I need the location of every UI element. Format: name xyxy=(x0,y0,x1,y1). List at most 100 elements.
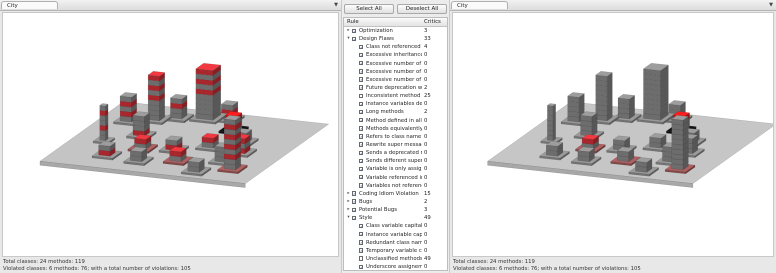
rule-checkbox[interactable]: ✓ xyxy=(359,44,364,50)
rule-critics-count: 0 xyxy=(424,247,428,254)
rule-label: Variable referenced in c xyxy=(366,174,422,181)
rule-label: Excessive number of ar xyxy=(366,68,422,75)
rule-checkbox[interactable]: ✓ xyxy=(359,264,364,269)
building-block xyxy=(99,129,106,136)
rule-checkbox[interactable]: ✓ xyxy=(359,240,364,245)
rule-checkbox[interactable]: ✓ xyxy=(352,36,357,41)
rule-critics-count: 0 xyxy=(424,158,428,165)
expand-right-icon[interactable]: ▸ xyxy=(346,190,351,198)
rule-row[interactable]: ✓ Future deprecation war 2 xyxy=(344,84,447,92)
rule-checkbox[interactable]: ✓ xyxy=(359,232,364,237)
rule-checkbox[interactable]: ✓ xyxy=(359,109,364,115)
rule-row[interactable]: ✓Instance variables defin0 xyxy=(344,100,447,108)
building-block xyxy=(547,125,554,131)
rule-category-row[interactable]: ▸ ✓ Coding Idiom Violation 15 xyxy=(344,190,447,198)
rule-row[interactable]: ✓ Variable is only assigne 0 xyxy=(344,165,447,173)
rule-critics-count: 0 xyxy=(424,239,428,246)
rule-checkbox[interactable]: ✓ xyxy=(359,183,364,188)
rule-checkbox[interactable]: ✓ xyxy=(359,166,364,172)
rule-checkbox[interactable] xyxy=(359,93,364,99)
rule-checkbox[interactable]: ✓ xyxy=(352,207,357,212)
rule-label: Variables not reference xyxy=(366,182,422,189)
rule-checkbox[interactable]: ✓ xyxy=(359,142,364,147)
rule-checkbox[interactable]: ✓ xyxy=(359,126,364,131)
city-canvas-left[interactable] xyxy=(2,12,339,257)
city-view-left: City ▼ Total classes: 24 methods: 119 Vi… xyxy=(0,0,341,273)
select-all-button[interactable]: Select All xyxy=(344,4,394,14)
rule-checkbox[interactable]: ✓ xyxy=(352,215,357,221)
rule-checkbox[interactable]: ✓ xyxy=(359,223,364,229)
rule-label: Inconsistent method cl xyxy=(366,93,422,100)
rule-critics-count: 49 xyxy=(424,215,431,222)
rule-row[interactable]: ✓ Method defined in all s0 xyxy=(344,117,447,125)
rule-label: Excessive number of ar xyxy=(366,60,422,67)
expand-right-icon[interactable]: ▸ xyxy=(346,27,351,35)
rule-row[interactable]: ✓ Methods equivalently d0 xyxy=(344,125,447,133)
rule-row[interactable]: ✓Redundant class name i0 xyxy=(344,239,447,247)
tab-menu-icon[interactable]: ▼ xyxy=(769,1,773,9)
rule-row[interactable]: ✓Instance variable capita0 xyxy=(344,231,447,239)
rule-checkbox[interactable] xyxy=(359,256,364,261)
rule-label: Bugs xyxy=(359,198,373,205)
expand-down-icon[interactable]: ▾ xyxy=(346,35,351,43)
rule-checkbox[interactable]: ✓ xyxy=(359,175,364,180)
rule-critics-count: 0 xyxy=(424,60,428,67)
rule-row[interactable]: ✓Excessive number of va0 xyxy=(344,76,447,84)
rule-checkbox[interactable]: ✓ xyxy=(359,134,364,139)
rule-row[interactable]: ✓ Excessive number of ar 0 xyxy=(344,68,447,76)
rule-row[interactable]: ✓ Rewrite super message 0 xyxy=(344,141,447,149)
rule-label: Refers to class name in xyxy=(366,133,422,140)
rule-checkbox[interactable]: ✓ xyxy=(359,118,364,123)
building-block xyxy=(547,105,554,112)
rule-checkbox[interactable]: ✓ xyxy=(359,85,364,90)
rule-checkbox[interactable]: ✓ xyxy=(359,77,364,82)
rule-checkbox[interactable]: ✓ xyxy=(352,191,357,196)
rule-row[interactable]: ✓Sends different super m0 xyxy=(344,157,447,165)
column-header-rule[interactable]: Rule xyxy=(347,18,359,26)
expand-down-icon[interactable]: ▾ xyxy=(346,214,351,222)
rule-row[interactable]: ✓ Excessive number of ar 0 xyxy=(344,60,447,68)
rule-critics-count: 0 xyxy=(424,231,428,238)
deselect-all-button[interactable]: Deselect All xyxy=(397,4,447,14)
expand-right-icon[interactable]: ▸ xyxy=(346,198,351,206)
status-violations: Violated classes: 6 methods: 76; with a … xyxy=(453,266,641,272)
rule-row[interactable]: ✓Temporary variable cap0 xyxy=(344,247,447,255)
rule-category-row[interactable]: ▾ ✓ Style 49 xyxy=(344,214,447,222)
rule-row[interactable]: ✓ Class variable capitaliz 0 xyxy=(344,222,447,230)
rule-row[interactable]: Unclassified methods 49 xyxy=(344,255,447,263)
rule-checkbox[interactable]: ✓ xyxy=(359,52,364,58)
rule-category-row[interactable]: ▸ ✓ Bugs 2 xyxy=(344,198,447,206)
rule-checkbox[interactable]: ✓ xyxy=(359,69,364,74)
rule-row[interactable]: ✓Underscore assignemen0 xyxy=(344,263,447,270)
rule-row[interactable]: ✓Sends a deprecated me0 xyxy=(344,149,447,157)
rule-row[interactable]: ✓Excessive inheritance d0 xyxy=(344,51,447,59)
rule-category-row[interactable]: ▸ ✓ Potential Bugs 3 xyxy=(344,206,447,214)
city-canvas-right[interactable] xyxy=(452,12,774,257)
expand-right-icon[interactable]: ▸ xyxy=(346,206,351,214)
rule-checkbox[interactable]: ✓ xyxy=(359,158,364,164)
rule-label: Instance variable capita xyxy=(366,231,422,238)
rule-label: Optimization xyxy=(359,28,393,34)
rule-checkbox[interactable]: ✓ xyxy=(359,150,364,155)
rule-checkbox[interactable]: ✓ xyxy=(359,248,364,253)
rule-row[interactable]: ✓ Long methods 2 xyxy=(344,108,447,116)
rule-checkbox[interactable]: ✓ xyxy=(359,61,364,66)
tab-menu-icon[interactable]: ▼ xyxy=(334,1,338,9)
rule-label: Future deprecation war xyxy=(366,84,422,91)
rule-row[interactable]: Inconsistent method cl 25 xyxy=(344,92,447,100)
rule-checkbox[interactable]: ✓ xyxy=(359,101,364,107)
tab-city-right[interactable]: City xyxy=(451,1,508,9)
rule-row[interactable]: ✓ Variables not reference 0 xyxy=(344,182,447,190)
rule-checkbox[interactable]: ✓ xyxy=(352,199,357,204)
rule-row[interactable]: ✓ Refers to class name in 0 xyxy=(344,133,447,141)
rule-critics-count: 3 xyxy=(424,207,428,214)
rule-label: Long methods xyxy=(366,109,404,116)
rule-category-row[interactable]: ▸ ✓ Optimization 3 xyxy=(344,27,447,35)
rule-checkbox[interactable]: ✓ xyxy=(352,28,357,33)
column-header-critics[interactable]: Critics xyxy=(424,18,441,26)
rule-row[interactable]: ✓Variable referenced in c0 xyxy=(344,174,447,182)
rule-category-row[interactable]: ▾ ✓ Design Flaws 33 xyxy=(344,35,447,43)
rule-label: Excessive inheritance d xyxy=(366,52,422,59)
tab-city-left[interactable]: City xyxy=(1,1,58,9)
rule-row[interactable]: ✓ Class not referenced 4 xyxy=(344,43,447,51)
